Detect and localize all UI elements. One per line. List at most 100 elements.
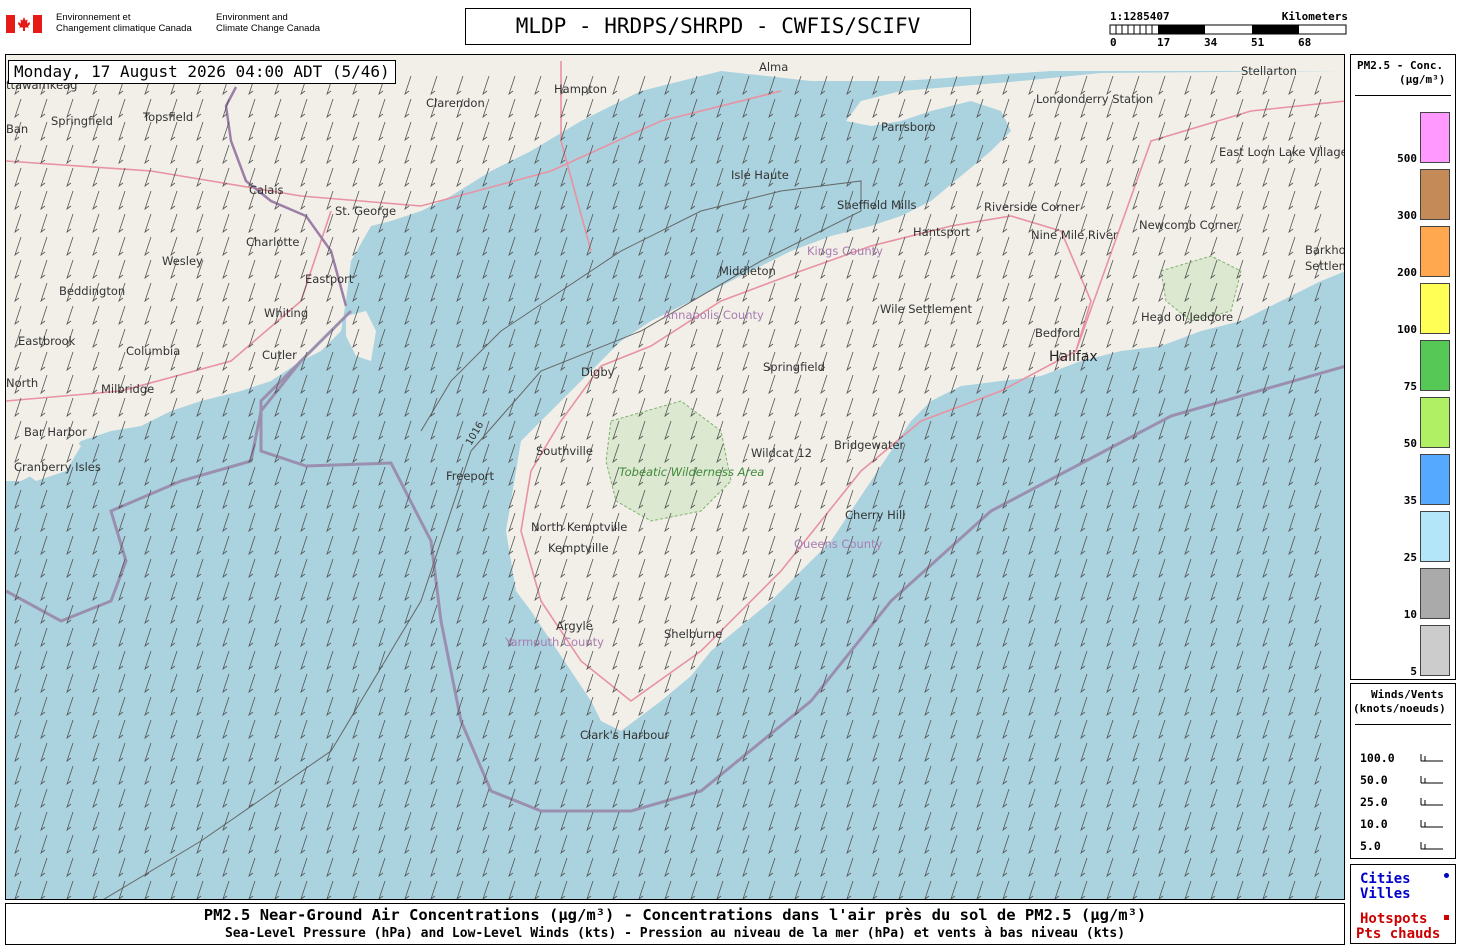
pm25-swatch	[1420, 454, 1450, 505]
place-label: Eastport	[305, 272, 354, 286]
place-label: Riverside Corner	[984, 200, 1080, 214]
pm25-swatch	[1420, 568, 1450, 619]
place-label: Topsfield	[142, 110, 193, 124]
place-label: Sheffield Mills	[837, 198, 917, 212]
map-panel[interactable]: 1016 Alma Stellarton Hampton Clarendon Londo…	[5, 54, 1345, 900]
pm25-legend-unit: (µg/m³)	[1399, 73, 1446, 86]
place-label: Bar Harbor	[24, 425, 87, 439]
cities-label: Cities	[1360, 871, 1411, 887]
place-label: Queens County	[794, 537, 883, 551]
pm25-legend: PM2.5 - Conc. (µg/m³) 500 300 200 100 75 50 35…	[1350, 54, 1456, 680]
place-label: Southville	[536, 444, 593, 458]
place-label: Freeport	[446, 469, 494, 483]
pm25-swatch	[1420, 397, 1450, 448]
place-label: Milbridge	[101, 382, 154, 396]
place-label: North Kemptville	[531, 520, 627, 534]
pts-chauds-label: Pts chauds	[1356, 926, 1441, 942]
pm25-level-label: 5	[1410, 665, 1417, 678]
pm25-level-label: 35	[1403, 494, 1417, 507]
place-label: Kings County	[807, 244, 883, 258]
place-label: Middleton	[719, 264, 776, 278]
place-label: Wesley	[162, 254, 203, 268]
pm25-swatch	[1420, 283, 1450, 334]
place-label: Columbia	[126, 344, 180, 358]
scale-unit: Kilometers	[1281, 10, 1348, 23]
wind-speed-label: 10.0	[1360, 817, 1388, 831]
hotspot-square-icon	[1444, 915, 1449, 920]
markers-legend: Cities Villes Hotspots Pts chauds	[1350, 864, 1456, 944]
canada-flag-icon	[6, 15, 42, 33]
legend-divider	[1355, 724, 1451, 725]
pm25-swatch	[1420, 226, 1450, 277]
place-label: St. George	[335, 204, 396, 218]
wind-speed-label: 50.0	[1360, 773, 1388, 787]
footer-caption: PM2.5 Near-Ground Air Concentrations (µg…	[5, 903, 1345, 945]
wind-barb-sample-icon	[1420, 798, 1443, 806]
place-label: Barkho	[1305, 243, 1345, 257]
wind-speed-label: 5.0	[1360, 839, 1381, 853]
wind-legend-subtitle: (knots/noeuds)	[1353, 702, 1446, 715]
government-signature: Environnement et Changement climatique C…	[6, 12, 336, 42]
pm25-level-label: 100	[1397, 323, 1417, 336]
place-label: Hampton	[554, 82, 607, 96]
department-name-english: Environment and Climate Change Canada	[216, 12, 321, 34]
pm25-level-label: 200	[1397, 266, 1417, 279]
place-label: Springfield	[51, 114, 113, 128]
place-label: Wile Settlement	[880, 302, 972, 316]
hotspots-label: Hotspots	[1360, 911, 1428, 927]
pm25-swatch	[1420, 625, 1450, 676]
place-label: North	[6, 376, 38, 390]
place-label: Digby	[581, 365, 615, 379]
place-label: Yarmouth County	[504, 635, 604, 649]
scale-tick-51: 51	[1251, 36, 1265, 49]
wind-legend-title: Winds/Vents	[1371, 688, 1444, 701]
place-label: Nine Mile River	[1031, 228, 1118, 242]
scale-ratio: 1:1285407	[1110, 10, 1170, 23]
pm25-swatch	[1420, 340, 1450, 391]
place-label: Halifax	[1049, 349, 1098, 365]
place-label: Ban	[6, 122, 28, 136]
wind-barb-sample-icon	[1420, 820, 1443, 828]
scale-tick-17: 17	[1157, 36, 1171, 49]
scale-tick-34: 34	[1204, 36, 1218, 49]
place-label: Head of Jeddore	[1141, 310, 1233, 324]
place-label: Londonderry Station	[1036, 92, 1153, 106]
place-label: Beddington	[59, 284, 125, 298]
pm25-level-label: 500	[1397, 152, 1417, 165]
footer-line-2: Sea-Level Pressure (hPa) and Low-Level W…	[224, 926, 1126, 941]
place-label: East Loon Lake Village	[1219, 145, 1345, 159]
place-label: Hantsport	[913, 225, 971, 239]
place-label: Settlem	[1305, 259, 1345, 273]
pm25-swatch	[1420, 169, 1450, 220]
place-label: Cranberry Isles	[14, 460, 101, 474]
place-label: Cutler	[262, 348, 297, 362]
wind-speed-label: 25.0	[1360, 795, 1388, 809]
place-label: Alma	[759, 60, 788, 74]
product-title: MLDP - HRDPS/SHRPD - CWFIS/SCIFV	[465, 8, 971, 45]
place-label: Kemptville	[548, 541, 609, 555]
pm25-legend-title: PM2.5 - Conc.	[1357, 59, 1444, 72]
villes-label: Villes	[1360, 886, 1411, 902]
place-label: Springfield	[763, 360, 825, 374]
place-label: Isle Haute	[731, 168, 789, 182]
scale-bar: 1:1285407 Kilometers 0 17 34 51 68	[1108, 10, 1348, 52]
place-label: Clark's Harbour	[580, 728, 670, 742]
legend-divider	[1355, 95, 1451, 96]
place-label: Shelburne	[664, 627, 722, 641]
place-label: Bridgewater	[834, 438, 905, 452]
pm25-level-label: 10	[1403, 608, 1417, 621]
place-label: Stellarton	[1241, 64, 1297, 78]
place-label: Eastbrook	[18, 334, 76, 348]
pm25-swatch	[1420, 511, 1450, 562]
place-label: Bedford	[1035, 326, 1080, 340]
wind-speed-label: 100.0	[1360, 751, 1395, 765]
place-label: Tobeatic Wilderness Area	[619, 465, 764, 479]
scale-tick-0: 0	[1110, 36, 1117, 49]
place-label: Whiting	[264, 306, 308, 320]
place-label: Wildcat 12	[751, 446, 812, 460]
base-map[interactable]: 1016 Alma StellartonHamptonClarendon Londo…	[6, 55, 1345, 900]
place-label: Calais	[249, 183, 284, 197]
pm25-level-label: 300	[1397, 209, 1417, 222]
department-name-french: Environnement et Changement climatique C…	[56, 12, 192, 34]
city-dot-icon	[1444, 873, 1449, 878]
